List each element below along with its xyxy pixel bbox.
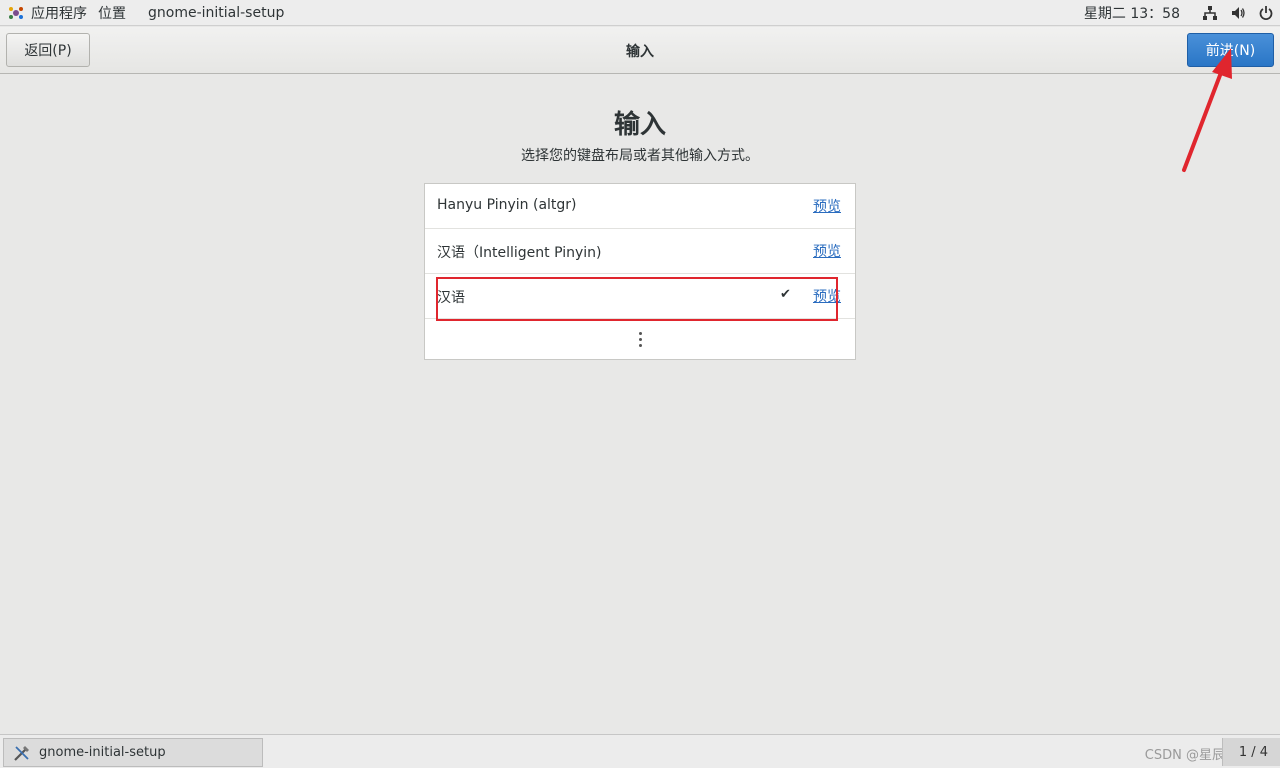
input-source-label: Hanyu Pinyin (altgr) (437, 197, 577, 213)
preview-link[interactable]: 预览 (813, 241, 841, 261)
next-button[interactable]: 前进(N) (1187, 33, 1274, 67)
applications-menu[interactable]: 应用程序 (0, 0, 87, 26)
taskbar-window-item[interactable]: gnome-initial-setup (3, 738, 263, 767)
system-tray: 星期二 13：58 (1084, 0, 1280, 26)
clock[interactable]: 星期二 13：58 (1084, 3, 1180, 23)
header-bar: 返回(P) 输入 前进(N) (0, 27, 1280, 74)
applications-menu-label: 应用程序 (31, 5, 87, 22)
page-subtitle: 选择您的键盘布局或者其他输入方式。 (521, 148, 759, 164)
app-window-title[interactable]: gnome-initial-setup (137, 0, 295, 26)
network-icon[interactable] (1196, 0, 1224, 26)
input-source-list: Hanyu Pinyin (altgr) 预览 汉语（Intelligent P… (424, 183, 856, 360)
input-source-label: 汉语（Intelligent Pinyin) (437, 245, 602, 261)
workspace-pager[interactable]: 1 / 4 (1222, 738, 1280, 766)
annotation-highlight-box (436, 277, 838, 321)
setup-tools-icon (14, 745, 29, 761)
gnome-foot-icon (9, 6, 23, 19)
input-source-row[interactable]: 汉语（Intelligent Pinyin) 预览 (425, 229, 855, 274)
input-source-row[interactable]: Hanyu Pinyin (altgr) 预览 (425, 184, 855, 229)
power-icon[interactable] (1252, 0, 1280, 26)
more-vertical-icon (638, 331, 642, 347)
volume-icon[interactable] (1224, 0, 1252, 26)
header-title: 输入 (626, 44, 654, 60)
places-menu[interactable]: 位置 (87, 0, 137, 26)
top-panel: 应用程序 位置 gnome-initial-setup 星期二 13：58 (0, 0, 1280, 26)
page-title: 输入 (613, 110, 666, 140)
bottom-taskbar: gnome-initial-setup CSDN @星辰仲 1 / 4 (0, 734, 1280, 768)
taskbar-window-label: gnome-initial-setup (39, 745, 166, 760)
preview-link[interactable]: 预览 (813, 196, 841, 216)
more-sources-button[interactable] (425, 319, 855, 359)
